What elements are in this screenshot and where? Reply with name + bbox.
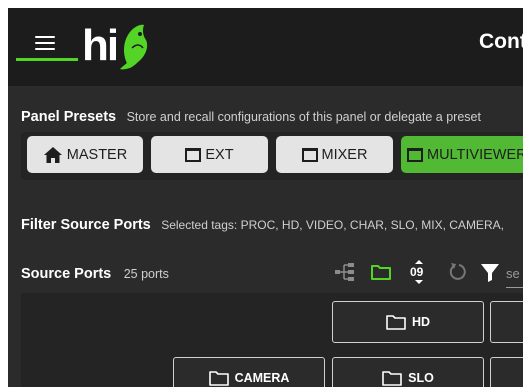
tag-next-button[interactable] — [490, 301, 523, 343]
page-title: Cont — [479, 30, 523, 53]
filter-title: Filter Source Ports — [21, 217, 151, 233]
fish-logo-icon — [120, 24, 148, 70]
top-bar: hi Cont — [8, 8, 523, 86]
home-icon — [43, 146, 62, 163]
preset-multiviewer-button[interactable]: MULTIVIEWER — [401, 136, 523, 173]
tag-hd-label: HD — [411, 315, 431, 329]
search-underline — [506, 287, 523, 288]
filter-icon[interactable] — [480, 260, 500, 284]
presets-title: Panel Presets — [21, 109, 117, 125]
selected-tags-text: Selected tags: PROC, HD, VIDEO, CHAR, SL… — [161, 218, 504, 232]
source-ports-header: Source Ports 25 ports — [21, 265, 169, 283]
filter-source-ports-header: Filter Source Ports Selected tags: PROC,… — [21, 216, 504, 234]
folder-icon — [386, 315, 406, 330]
tag-slo-button[interactable]: SLO — [332, 357, 484, 387]
app-window: hi Cont Panel Presets Store and recall c… — [8, 8, 523, 387]
logo-text: hi — [82, 21, 119, 70]
sort-label: 09 — [410, 265, 424, 279]
folder-icon — [208, 371, 229, 386]
preset-master-button[interactable]: MASTER — [27, 136, 143, 173]
folder-view-icon[interactable] — [370, 260, 392, 284]
preset-master-label: MASTER — [66, 146, 128, 163]
menu-active-indicator — [16, 58, 78, 61]
sort-numeric-icon[interactable]: 09 — [408, 260, 430, 284]
source-ports-title: Source Ports — [21, 266, 112, 282]
search-input[interactable]: se — [506, 266, 520, 281]
preset-ext-label: EXT — [205, 146, 234, 163]
menu-icon[interactable] — [35, 36, 57, 54]
tag-next-button[interactable] — [490, 357, 523, 387]
source-ports-grid: HD CAMERA SLO — [21, 293, 523, 387]
preset-mixer-label: MIXER — [321, 146, 368, 163]
refresh-icon[interactable] — [448, 260, 470, 284]
presets-description: Store and recall configurations of this … — [126, 110, 481, 124]
presets-bar: MASTER EXT MIXER MULTIVIEWER — [21, 132, 523, 180]
preset-multiviewer-label: MULTIVIEWER — [427, 146, 523, 163]
panel-presets-section: Panel Presets Store and recall configura… — [8, 102, 523, 182]
source-ports-count: 25 ports — [123, 267, 169, 281]
window-icon — [407, 147, 423, 162]
preset-ext-button[interactable]: EXT — [151, 136, 268, 173]
folder-icon — [382, 371, 402, 386]
tag-slo-label: SLO — [408, 371, 434, 385]
window-icon — [301, 147, 318, 162]
preset-mixer-button[interactable]: MIXER — [276, 136, 393, 173]
tree-view-icon[interactable] — [334, 260, 356, 284]
tag-hd-button[interactable]: HD — [332, 301, 484, 343]
presets-header: Panel Presets Store and recall configura… — [21, 108, 481, 126]
tag-camera-button[interactable]: CAMERA — [173, 357, 325, 387]
logo: hi — [82, 20, 150, 72]
window-icon — [185, 147, 202, 162]
tag-camera-label: CAMERA — [234, 371, 290, 385]
